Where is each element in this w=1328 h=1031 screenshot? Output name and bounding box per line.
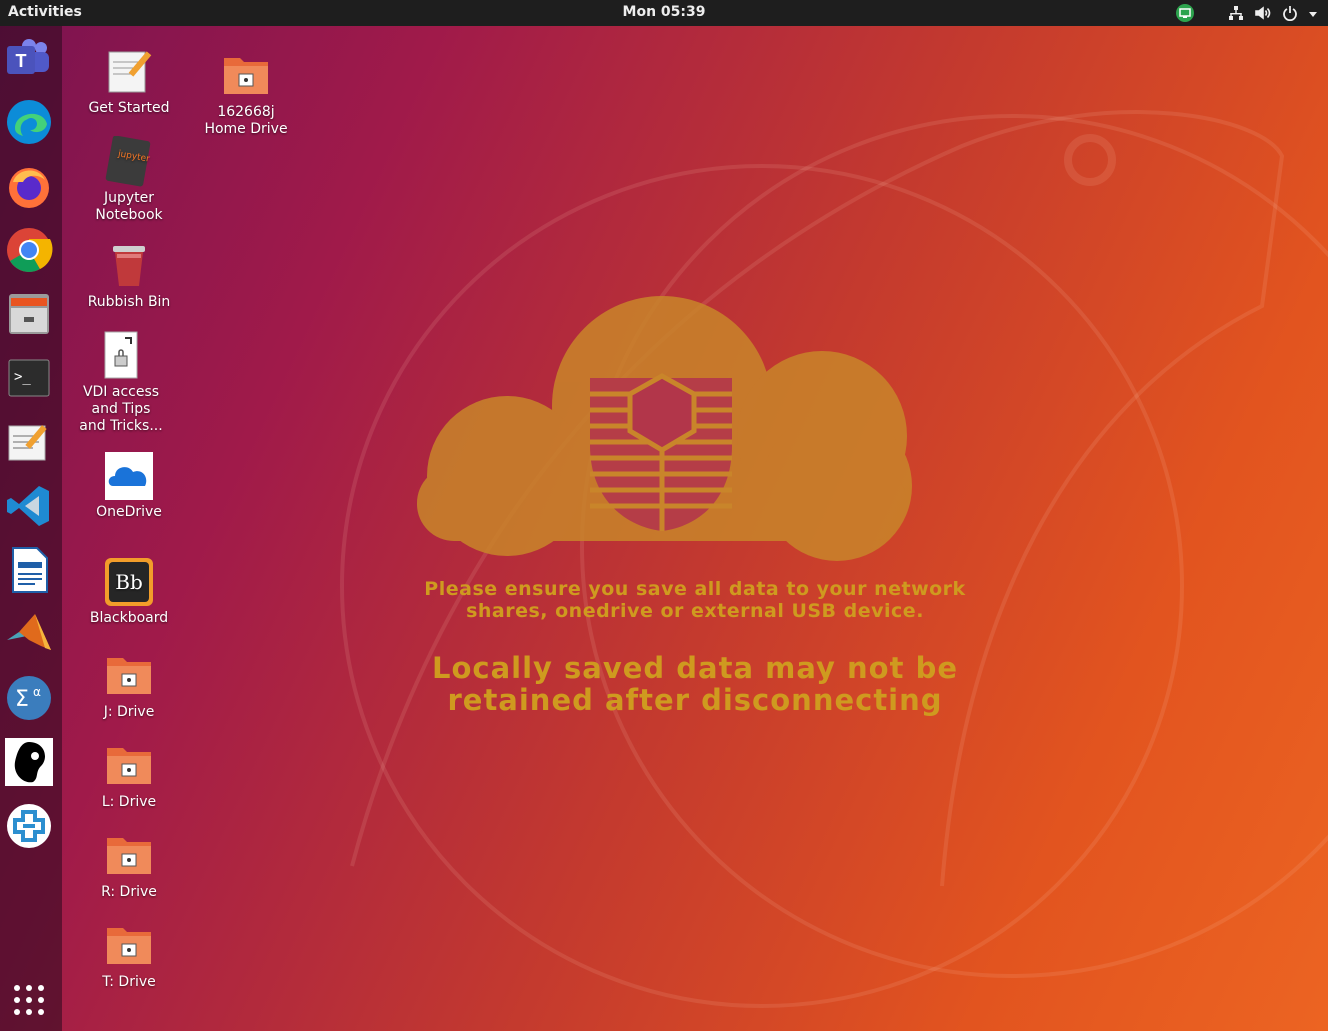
wallpaper-notice-line2: Locally saved data may not be retained a… <box>431 651 958 717</box>
show-apps-icon[interactable] <box>5 976 53 1024</box>
volume-icon <box>1254 5 1272 25</box>
desktop-icon-label: 162668j Home Drive <box>204 104 288 137</box>
files-icon[interactable] <box>5 290 53 338</box>
desktop-icon-l-drive[interactable]: L: Drive <box>74 740 184 811</box>
chrome-icon[interactable] <box>5 226 53 274</box>
system-tray <box>1174 3 1318 27</box>
desktop-icon-label: T: Drive <box>102 974 156 990</box>
svg-text:α: α <box>33 685 41 699</box>
desktop-icon-label: R: Drive <box>101 884 157 900</box>
desktop-icon-r-drive[interactable]: R: Drive <box>74 830 184 901</box>
text-editor-icon[interactable] <box>5 418 53 466</box>
svg-text:>_: >_ <box>14 369 31 385</box>
desktop-icon-home-drive[interactable]: 162668j Home Drive <box>191 50 301 138</box>
desktop-icon-label: Get Started <box>88 100 170 116</box>
document-link-icon <box>95 330 147 382</box>
chevron-down-icon <box>1308 7 1318 23</box>
text-editor-icon <box>103 46 155 98</box>
network-icon <box>1228 5 1244 25</box>
blackboard-icon: Bb <box>103 556 155 608</box>
desktop-icon-label: Jupyter Notebook <box>95 190 163 223</box>
network-folder-icon <box>103 650 155 702</box>
desktop-icon-get-started[interactable]: Get Started <box>74 46 184 117</box>
desktop-icon-vdi-tips[interactable]: VDI access and Tips and Tricks... <box>66 330 176 435</box>
maxima-icon[interactable]: Σα <box>5 674 53 722</box>
desktop-icon-onedrive[interactable]: OneDrive <box>74 450 184 521</box>
trash-icon <box>103 240 155 292</box>
network-folder-icon <box>103 830 155 882</box>
desktop-icon-t-drive[interactable]: T: Drive <box>74 920 184 991</box>
clock: Mon 05:39 <box>0 4 1328 20</box>
desktop-icon-label: Rubbish Bin <box>87 294 171 310</box>
svg-text:T: T <box>16 51 27 71</box>
onedrive-icon <box>103 450 155 502</box>
activities-button[interactable]: Activities <box>8 4 82 20</box>
desktop-icon-label: L: Drive <box>101 794 157 810</box>
svg-text:Σ: Σ <box>15 687 29 712</box>
power-icon <box>1282 5 1298 25</box>
desktop-icon-label: VDI access and Tips and Tricks... <box>79 384 163 434</box>
dock: T >_ Σα <box>0 26 62 1031</box>
firefox-icon[interactable] <box>5 162 53 210</box>
jupyter-icon: jupyter <box>103 135 155 188</box>
desktop-icon-blackboard[interactable]: Bb Blackboard <box>74 556 184 627</box>
inkscape-icon[interactable] <box>5 738 53 786</box>
desktop-icon-label: Blackboard <box>89 610 169 626</box>
citrix-icon[interactable] <box>5 802 53 850</box>
system-menu[interactable] <box>1228 5 1318 25</box>
network-folder-icon <box>220 50 272 102</box>
terminal-icon[interactable]: >_ <box>5 354 53 402</box>
top-bar: Activities Mon 05:39 <box>0 0 1328 26</box>
desktop-icon-jupyter[interactable]: jupyter Jupyter Notebook <box>74 135 184 224</box>
vscode-icon[interactable] <box>5 482 53 530</box>
desktop-icon-rubbish-bin[interactable]: Rubbish Bin <box>74 240 184 311</box>
teams-icon[interactable]: T <box>5 36 53 84</box>
svg-text:Bb: Bb <box>115 570 143 594</box>
network-folder-icon <box>103 740 155 792</box>
libreoffice-writer-icon[interactable] <box>5 546 53 594</box>
desktop-icon-j-drive[interactable]: J: Drive <box>74 650 184 721</box>
wallpaper-notice-line1: Please ensure you save all data to your … <box>424 578 966 622</box>
remote-desktop-icon[interactable] <box>1174 3 1196 27</box>
matlab-icon[interactable] <box>5 610 53 658</box>
network-folder-icon <box>103 920 155 972</box>
desktop-icon-label: OneDrive <box>96 504 162 520</box>
edge-icon[interactable] <box>5 98 53 146</box>
desktop-icon-label: J: Drive <box>103 704 155 720</box>
clock-label[interactable]: Mon 05:39 <box>623 4 706 20</box>
